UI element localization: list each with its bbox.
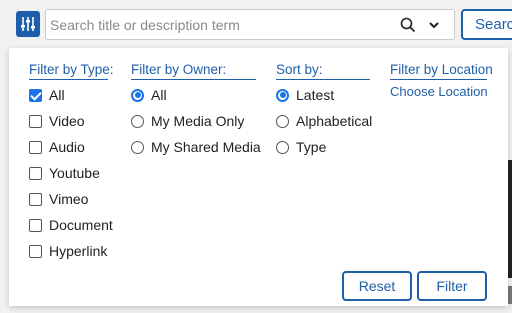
radio-option[interactable]: All	[131, 86, 167, 104]
checkbox[interactable]	[29, 244, 42, 258]
option-label: Youtube	[49, 165, 100, 181]
option-label: All	[151, 87, 167, 103]
sort-column: Sort by:	[276, 62, 370, 80]
filter-button[interactable]: Filter	[417, 271, 487, 301]
checkbox[interactable]	[29, 88, 42, 102]
radio-button[interactable]	[131, 114, 144, 128]
option-label: Latest	[296, 87, 335, 103]
radio-option[interactable]: My Shared Media	[131, 138, 261, 156]
radio-option[interactable]: Latest	[276, 86, 334, 104]
search-icon[interactable]	[400, 17, 416, 33]
checkbox-option[interactable]: Vimeo	[29, 190, 88, 208]
radio-button[interactable]	[131, 140, 144, 154]
search-button[interactable]: Search	[461, 9, 512, 40]
option-label: Video	[49, 113, 85, 129]
background-content	[508, 286, 512, 304]
radio-button[interactable]	[276, 114, 289, 128]
radio-option[interactable]: Alphabetical	[276, 112, 372, 130]
checkbox[interactable]	[29, 192, 42, 206]
sort-title: Sort by:	[276, 62, 370, 80]
location-filter-title: Filter by Location	[390, 62, 493, 80]
sliders-icon	[21, 17, 35, 31]
radio-button[interactable]	[131, 88, 144, 102]
checkbox[interactable]	[29, 218, 42, 232]
option-label: All	[49, 87, 65, 103]
option-label: Hyperlink	[49, 243, 108, 259]
type-filter-column: Filter by Type:	[29, 62, 114, 80]
search-input[interactable]	[48, 12, 388, 38]
option-label: Document	[49, 217, 113, 233]
option-label: Vimeo	[49, 191, 89, 207]
page: Search Filter by Type: Filter by Owner: …	[0, 0, 512, 313]
radio-button[interactable]	[276, 88, 289, 102]
filter-toggle-button[interactable]	[16, 11, 40, 37]
background-content	[508, 160, 512, 278]
chevron-down-icon[interactable]	[428, 20, 440, 30]
option-label: My Shared Media	[151, 139, 261, 155]
owner-filter-column: Filter by Owner:	[131, 62, 256, 80]
type-filter-title: Filter by Type:	[29, 62, 114, 80]
checkbox-option[interactable]: Audio	[29, 138, 85, 156]
location-filter-column: Filter by Location Choose Location	[390, 62, 493, 99]
option-label: Type	[296, 139, 327, 155]
checkbox[interactable]	[29, 166, 42, 180]
radio-button[interactable]	[276, 140, 289, 154]
checkbox[interactable]	[29, 114, 42, 128]
checkbox-option[interactable]: Hyperlink	[29, 242, 107, 260]
search-box	[45, 9, 455, 40]
filter-panel: Filter by Type: Filter by Owner: Sort by…	[9, 48, 508, 306]
checkbox-option[interactable]: Document	[29, 216, 113, 234]
checkbox[interactable]	[29, 140, 42, 154]
checkbox-option[interactable]: Youtube	[29, 164, 100, 182]
checkbox-option[interactable]: Video	[29, 112, 85, 130]
reset-button[interactable]: Reset	[342, 271, 412, 301]
option-label: Alphabetical	[296, 113, 373, 129]
checkbox-option[interactable]: All	[29, 86, 65, 104]
radio-option[interactable]: My Media Only	[131, 112, 244, 130]
choose-location-link[interactable]: Choose Location	[390, 84, 488, 99]
owner-filter-title: Filter by Owner:	[131, 62, 256, 80]
option-label: My Media Only	[151, 113, 245, 129]
option-label: Audio	[49, 139, 85, 155]
radio-option[interactable]: Type	[276, 138, 326, 156]
